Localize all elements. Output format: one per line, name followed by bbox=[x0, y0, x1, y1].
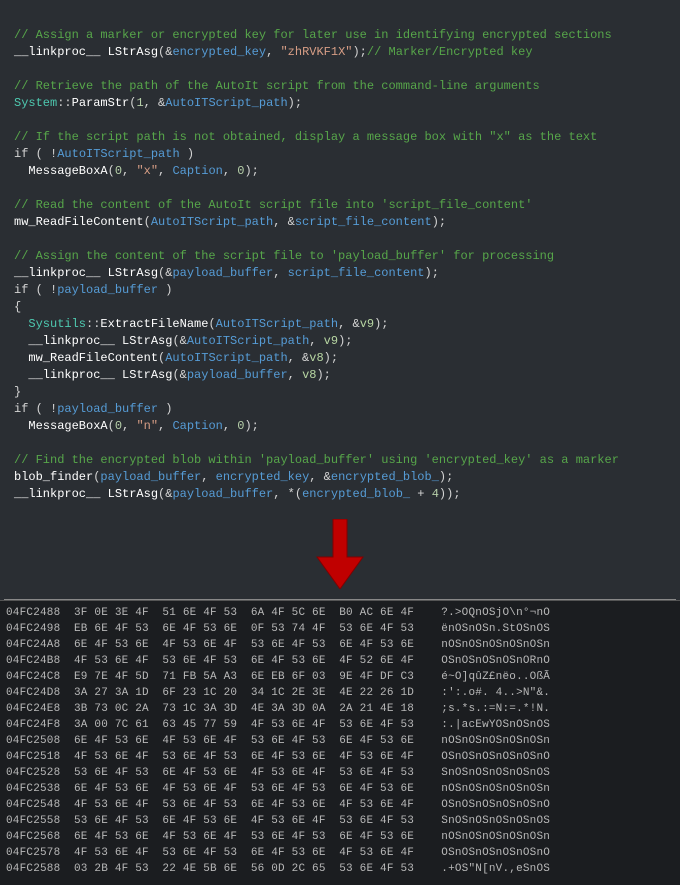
ident: __linkproc__ bbox=[14, 45, 100, 59]
arrow-down-icon bbox=[0, 513, 680, 599]
decompiler-code-view: // Assign a marker or encrypted key for … bbox=[0, 0, 680, 513]
hex-dump-view: 04FC2488 3F 0E 3E 4F 51 6E 4F 53 6A 4F 5… bbox=[0, 600, 680, 885]
comment: // Assign a marker or encrypted key for … bbox=[14, 28, 612, 42]
